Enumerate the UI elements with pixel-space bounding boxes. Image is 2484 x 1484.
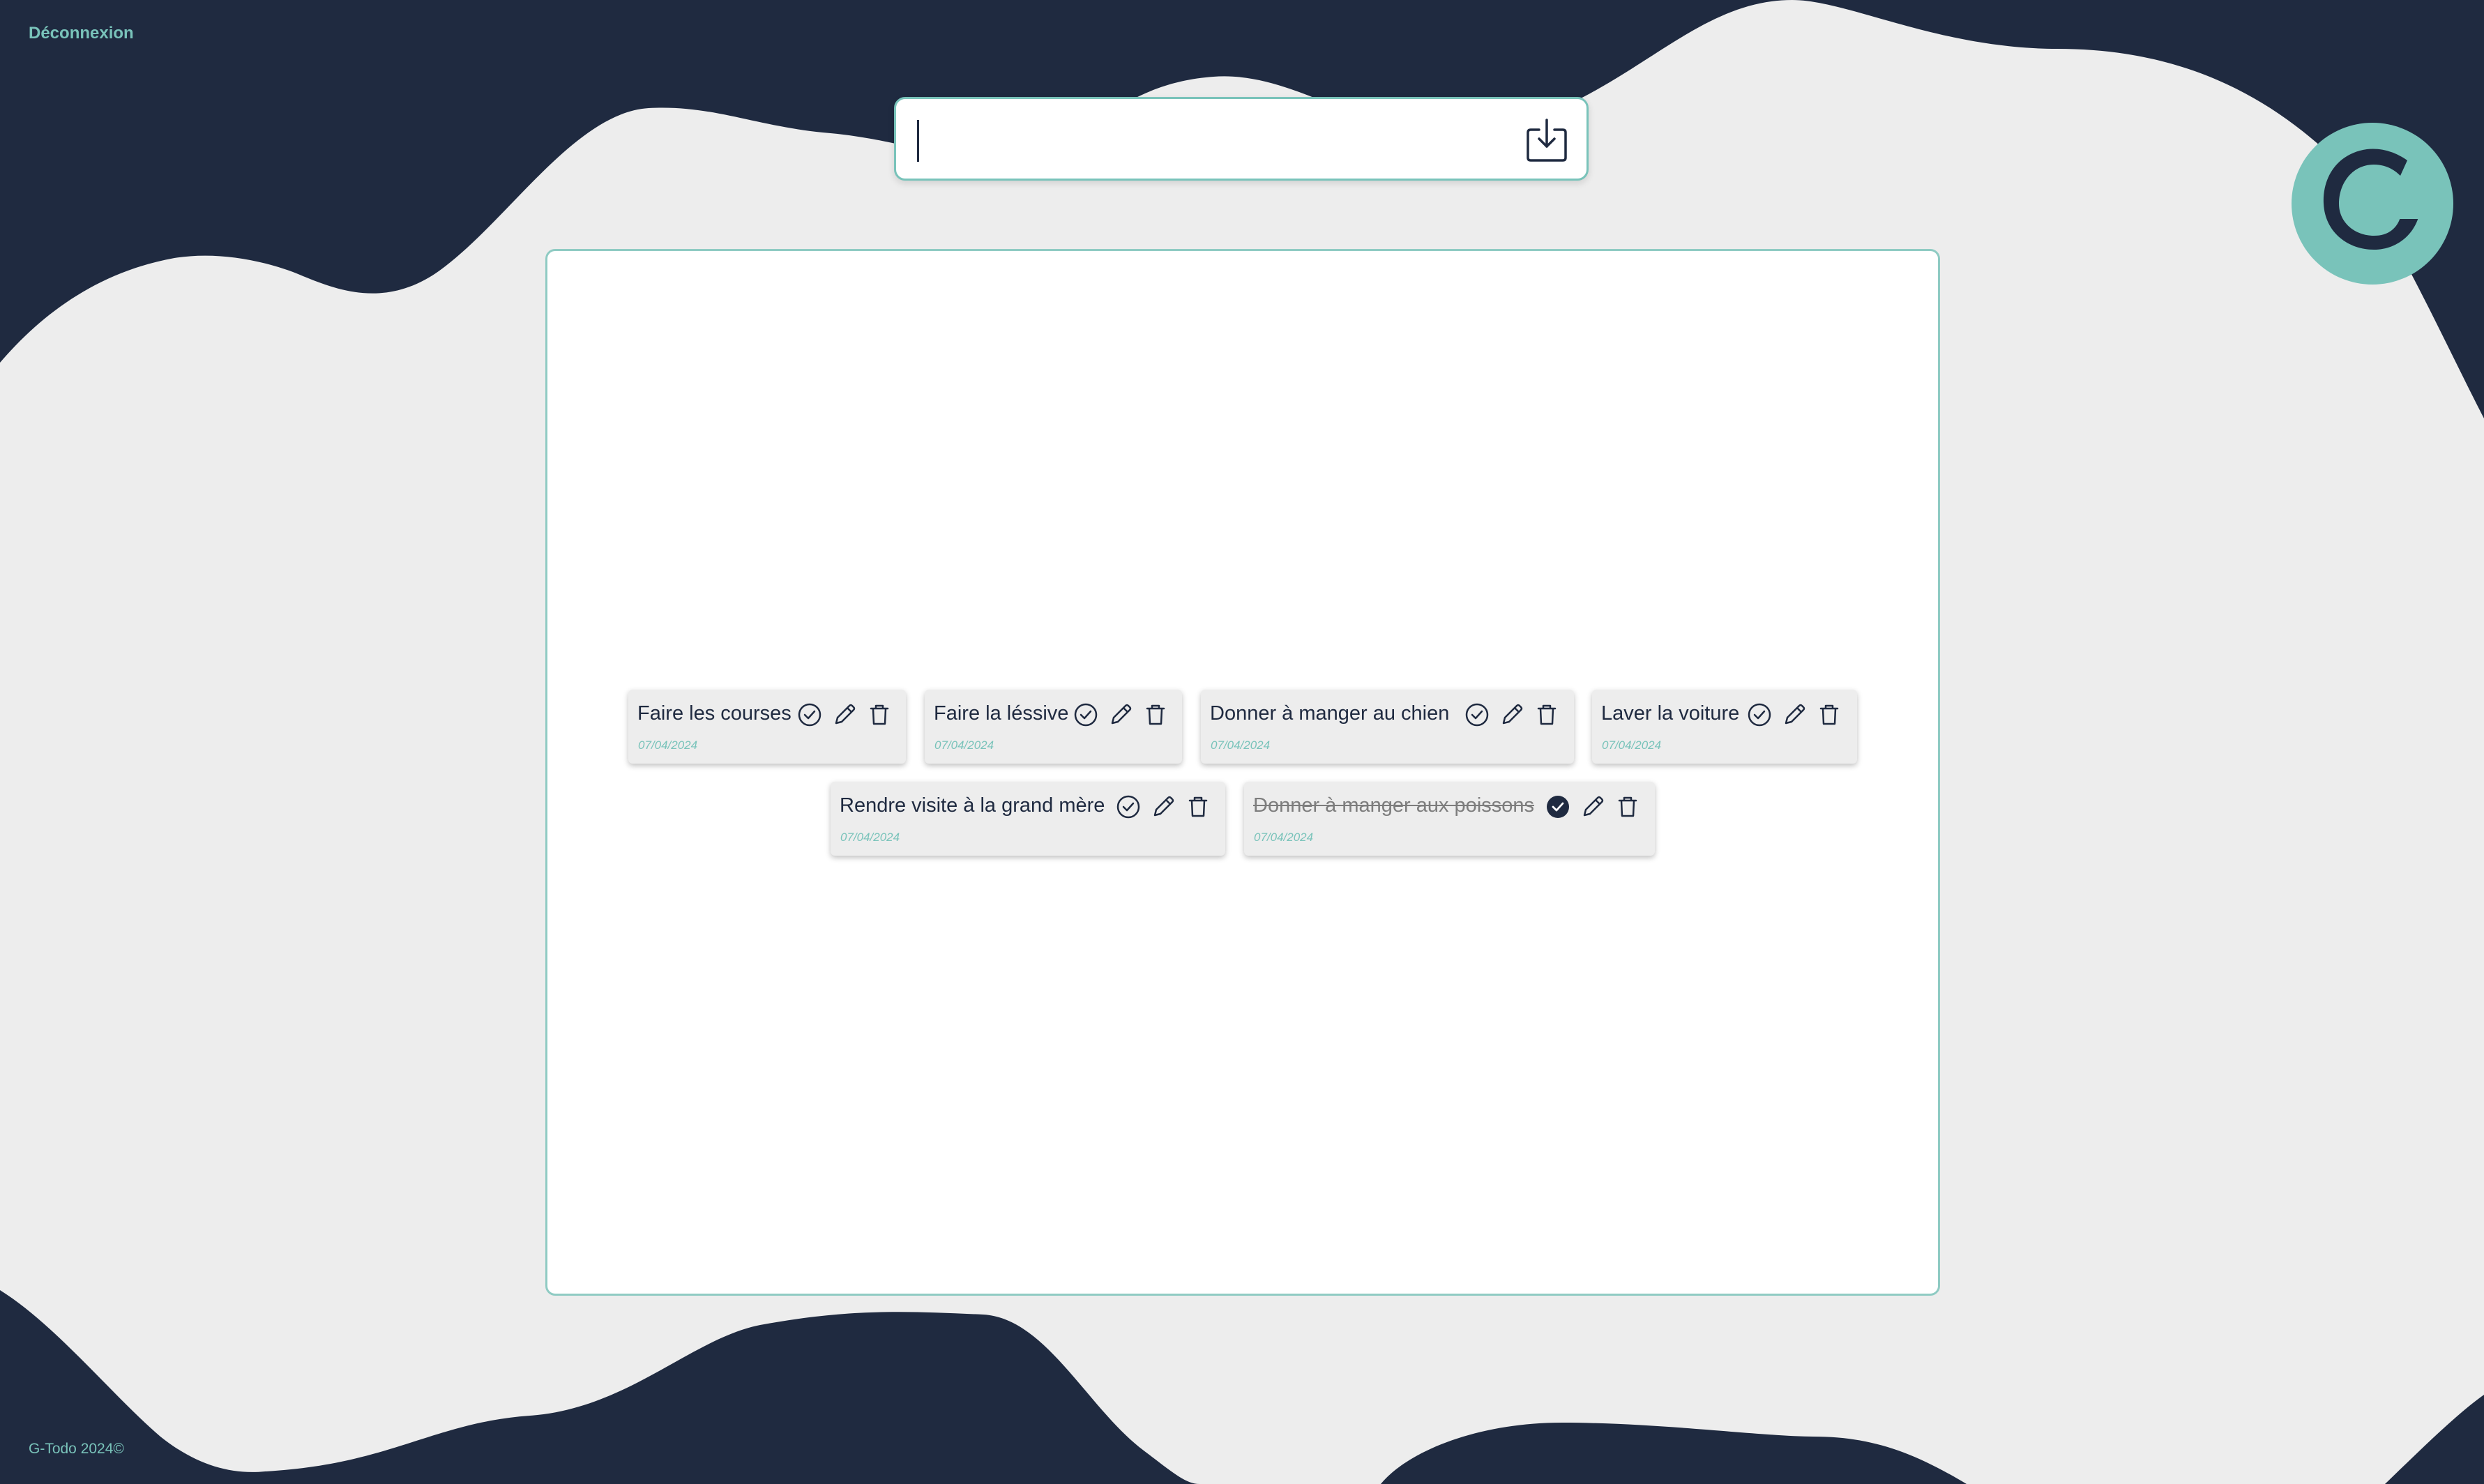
task-title: Faire les courses [637, 702, 792, 725]
edit-task-button[interactable] [1782, 702, 1807, 727]
task-date: 07/04/2024 [1602, 739, 1662, 752]
complete-task-button[interactable] [1073, 702, 1098, 727]
footer-copyright: G-Todo 2024© [29, 1441, 124, 1457]
new-task-bar [894, 97, 1589, 181]
complete-task-button[interactable] [1545, 794, 1570, 819]
trash-icon [1618, 796, 1637, 817]
task-title: Donner à manger aux poissons [1253, 794, 1535, 817]
pencil-icon [1153, 796, 1174, 817]
check-circle-icon [1465, 703, 1489, 727]
trash-icon [1188, 796, 1208, 817]
task-actions [1545, 794, 1640, 819]
trash-icon [1146, 704, 1165, 725]
pencil-icon [1502, 704, 1523, 725]
task-title: Faire la léssive [934, 702, 1069, 725]
task-date: 07/04/2024 [638, 739, 698, 752]
trash-icon [1819, 704, 1839, 725]
task-card: Laver la voiture 07/04/2024 [1592, 690, 1857, 764]
check-circle-icon [1116, 795, 1140, 819]
edit-task-button[interactable] [1151, 794, 1176, 819]
delete-task-button[interactable] [1615, 794, 1640, 819]
edit-task-button[interactable] [1580, 794, 1605, 819]
delete-task-button[interactable] [1143, 702, 1168, 727]
task-date: 07/04/2024 [1211, 739, 1271, 752]
task-date: 07/04/2024 [840, 831, 900, 844]
task-card: Rendre visite à la grand mère 07/04/2024 [831, 782, 1225, 856]
check-circle-icon [1748, 703, 1771, 727]
task-actions [1073, 702, 1168, 727]
complete-task-button[interactable] [1747, 702, 1772, 727]
save-task-button[interactable] [1524, 117, 1570, 163]
check-circle-icon [798, 703, 821, 727]
edit-task-button[interactable] [1108, 702, 1133, 727]
task-card: Faire les courses 07/04/2024 [628, 690, 906, 764]
task-title: Rendre visite à la grand mère [840, 794, 1105, 817]
pencil-icon [1583, 796, 1604, 817]
task-title: Laver la voiture [1601, 702, 1740, 725]
task-actions [1464, 702, 1559, 727]
task-date: 07/04/2024 [1254, 831, 1314, 844]
download-tray-icon [1527, 119, 1567, 162]
logout-link[interactable]: Déconnexion [29, 24, 134, 43]
delete-task-button[interactable] [1817, 702, 1842, 727]
task-actions [1116, 794, 1211, 819]
task-actions [1747, 702, 1842, 727]
new-task-input[interactable] [916, 112, 1490, 169]
pencil-icon [1785, 704, 1805, 725]
pencil-icon [835, 704, 856, 725]
check-circle-filled-icon [1547, 796, 1569, 818]
edit-task-button[interactable] [1499, 702, 1524, 727]
g-logo [2292, 123, 2453, 285]
pencil-icon [1111, 704, 1132, 725]
complete-task-button[interactable] [1116, 794, 1141, 819]
task-title: Donner à manger au chien [1210, 702, 1450, 725]
task-card: Faire la léssive 07/04/2024 [925, 690, 1182, 764]
text-caret [917, 120, 919, 162]
task-card: Donner à manger au chien 07/04/2024 [1201, 690, 1574, 764]
task-card-completed: Donner à manger aux poissons 07/04/2024 [1244, 782, 1655, 856]
delete-task-button[interactable] [1186, 794, 1211, 819]
trash-icon [1537, 704, 1557, 725]
delete-task-button[interactable] [867, 702, 892, 727]
check-circle-icon [1074, 703, 1098, 727]
delete-task-button[interactable] [1534, 702, 1559, 727]
task-date: 07/04/2024 [934, 739, 994, 752]
task-actions [797, 702, 892, 727]
edit-task-button[interactable] [832, 702, 857, 727]
task-board [545, 249, 1940, 1296]
complete-task-button[interactable] [797, 702, 822, 727]
trash-icon [870, 704, 889, 725]
complete-task-button[interactable] [1464, 702, 1490, 727]
